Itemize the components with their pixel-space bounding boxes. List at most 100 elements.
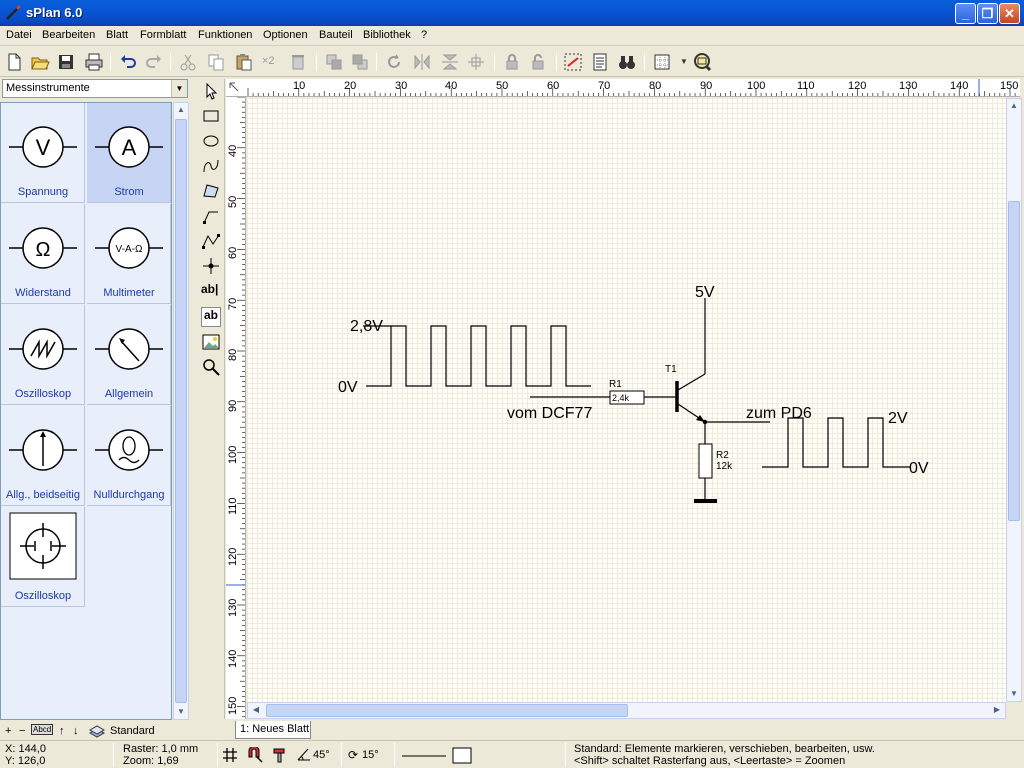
close-button[interactable]: ✕ [999, 3, 1020, 24]
library-item-nulldurchgang[interactable]: Nulldurchgang [87, 406, 171, 506]
unlock-icon[interactable] [528, 52, 548, 72]
menu-bauteil[interactable]: Bauteil [319, 29, 353, 41]
print-icon[interactable] [84, 52, 104, 72]
drawing-canvas[interactable]: 2,8V 0V vom DCF77 R1 2,4k T1 5V zum PD6 [247, 98, 1006, 702]
menu-optionen[interactable]: Optionen [263, 29, 308, 41]
zoom-fit-icon[interactable] [692, 52, 712, 72]
library-rename-button[interactable]: Abcd [31, 724, 54, 735]
library-scrollbar[interactable]: ▲ ▼ [173, 102, 189, 720]
t1-name[interactable]: T1 [665, 364, 677, 375]
lock-icon[interactable] [502, 52, 522, 72]
paste-icon[interactable] [234, 52, 254, 72]
rotate-step-value[interactable]: 15° [362, 749, 379, 761]
library-item-allgemein[interactable]: Allgemein [87, 305, 171, 405]
polygon-tool-icon[interactable] [201, 181, 221, 201]
angle-snap-value[interactable]: 45° [313, 749, 330, 761]
library-item-allg-beidseitig[interactable]: Allg., beidseitig [1, 406, 85, 506]
restore-button[interactable]: ❐ [977, 3, 998, 24]
delete-icon[interactable] [288, 52, 308, 72]
copy-icon[interactable] [206, 52, 226, 72]
line-tool-icon[interactable] [201, 206, 221, 226]
library-select[interactable]: Messinstrumente ▼ [2, 79, 188, 98]
library-move-up-button[interactable]: ↑ [59, 725, 65, 737]
library-add-button[interactable]: + [5, 725, 11, 737]
grid-dropdown-arrow-icon[interactable]: ▼ [680, 57, 688, 66]
menu-help[interactable]: ? [421, 29, 427, 41]
cut-icon[interactable] [178, 52, 198, 72]
library-item-strom[interactable]: A Strom [87, 103, 171, 203]
minimize-button[interactable]: _ [955, 3, 976, 24]
menu-funktionen[interactable]: Funktionen [198, 29, 252, 41]
image-tool-icon[interactable] [201, 332, 221, 352]
text-tool-button[interactable]: ab| [201, 282, 221, 302]
zoom-magnifier-icon[interactable] [201, 357, 221, 377]
library-item-multimeter[interactable]: V-A-Ω Multimeter [87, 204, 171, 304]
send-back-icon[interactable] [350, 52, 370, 72]
transistor-t1-collector[interactable] [677, 373, 706, 391]
output-high-level-label[interactable]: 2V [888, 410, 908, 427]
menu-bibliothek[interactable]: Bibliothek [363, 29, 411, 41]
page-tab[interactable]: 1: Neues Blatt [235, 721, 311, 739]
search-binoculars-icon[interactable] [617, 52, 637, 72]
supply-label[interactable]: 5V [695, 284, 715, 301]
scroll-down-arrow-icon[interactable]: ▼ [1007, 687, 1021, 701]
scroll-up-arrow-icon[interactable]: ▲ [1007, 99, 1021, 113]
scroll-up-arrow-icon[interactable]: ▲ [174, 103, 188, 117]
mirror-horizontal-icon[interactable] [412, 52, 432, 72]
align-icon[interactable] [466, 52, 486, 72]
select-arrow-icon[interactable] [201, 81, 221, 101]
new-file-icon[interactable] [4, 52, 24, 72]
undo-icon[interactable] [118, 52, 138, 72]
library-item-widerstand[interactable]: Ω Widerstand [1, 204, 85, 304]
library-item-oszilloskop-2[interactable]: Oszilloskop [1, 507, 85, 607]
scroll-down-arrow-icon[interactable]: ▼ [174, 705, 188, 719]
save-icon[interactable] [56, 52, 76, 72]
library-item-oszilloskop[interactable]: Oszilloskop [1, 305, 85, 405]
canvas-vertical-scrollbar[interactable]: ▲ ▼ [1006, 98, 1022, 702]
r1-value[interactable]: 2,4k [612, 393, 630, 403]
input-label[interactable]: vom DCF77 [507, 405, 592, 422]
magnet-snap-icon[interactable] [246, 747, 264, 763]
r2-name[interactable]: R2 [716, 450, 729, 461]
menu-formblatt[interactable]: Formblatt [140, 29, 186, 41]
library-move-down-button[interactable]: ↓ [73, 725, 79, 737]
rotate-icon[interactable] [384, 52, 404, 72]
canvas-horizontal-scrollbar[interactable]: ◀ ▶ [247, 702, 1006, 719]
grid-icon[interactable] [652, 52, 672, 72]
ellipse-tool-icon[interactable] [201, 131, 221, 151]
menu-bearbeiten[interactable]: Bearbeiten [42, 29, 95, 41]
grid-snap-icon[interactable] [222, 747, 238, 763]
open-folder-icon[interactable] [30, 52, 50, 72]
output-low-level-label[interactable]: 0V [909, 460, 929, 477]
line-style-preview[interactable] [400, 747, 480, 765]
angle-snap-icon[interactable] [297, 747, 311, 761]
junction-tool-icon[interactable] [201, 256, 221, 276]
horizontal-scrollbar-thumb[interactable] [266, 704, 628, 717]
library-scrollbar-thumb[interactable] [175, 119, 187, 703]
hammer-icon[interactable] [272, 747, 288, 763]
r1-name[interactable]: R1 [609, 379, 622, 390]
input-square-wave[interactable] [366, 325, 591, 387]
chevron-down-icon[interactable]: ▼ [171, 80, 187, 97]
redo-icon[interactable] [144, 52, 164, 72]
input-low-level-label[interactable]: 0V [338, 379, 358, 396]
duplicate-x2-button[interactable]: ×2 [262, 55, 275, 67]
output-label[interactable]: zum PD6 [746, 405, 812, 422]
parts-list-icon[interactable] [590, 52, 610, 72]
r2-value[interactable]: 12k [716, 461, 733, 472]
connection-check-icon[interactable] [563, 52, 583, 72]
bring-front-icon[interactable] [324, 52, 344, 72]
resistor-r2[interactable] [698, 443, 713, 479]
library-remove-button[interactable]: − [19, 725, 25, 737]
polyline-tool-icon[interactable] [201, 231, 221, 251]
textbox-tool-button[interactable]: ab [201, 307, 221, 327]
bezier-tool-icon[interactable] [201, 156, 221, 176]
input-high-level-label[interactable]: 2,8V [350, 318, 383, 335]
scroll-right-arrow-icon[interactable]: ▶ [990, 703, 1004, 717]
menu-blatt[interactable]: Blatt [106, 29, 128, 41]
scroll-left-arrow-icon[interactable]: ◀ [249, 703, 263, 717]
rectangle-tool-icon[interactable] [201, 106, 221, 126]
library-item-spannung[interactable]: V Spannung [1, 103, 85, 203]
menu-datei[interactable]: Datei [6, 29, 32, 41]
library-tab-standard[interactable]: Standard [110, 725, 155, 737]
